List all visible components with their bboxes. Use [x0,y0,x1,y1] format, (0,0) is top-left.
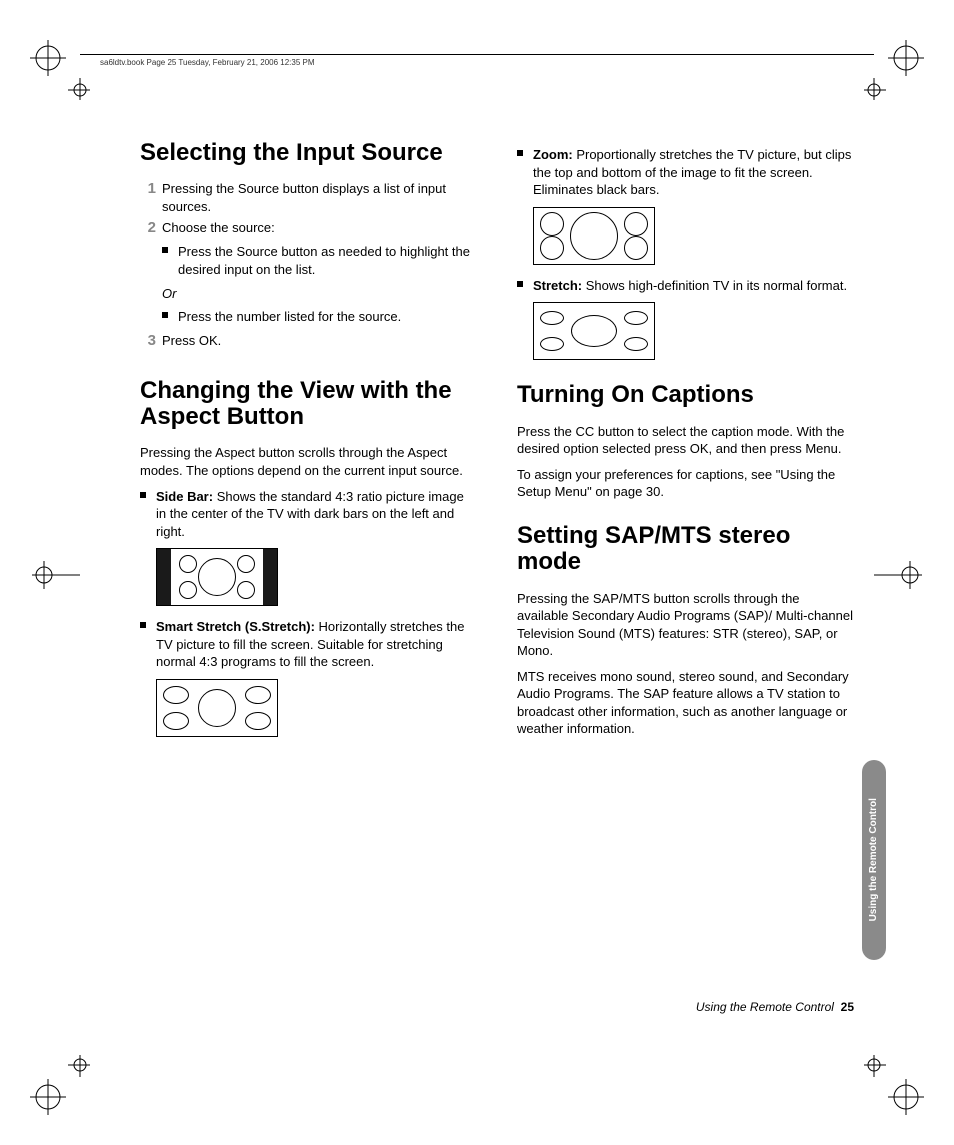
bullet-icon [140,492,146,498]
heading-captions: Turning On Captions [517,382,854,408]
paragraph: Pressing the SAP/MTS button scrolls thro… [517,590,854,660]
bullet-icon [140,622,146,628]
paragraph: To assign your preferences for captions,… [517,466,854,501]
crop-mark-icon [30,40,90,100]
crop-mark-icon [874,555,924,595]
crop-mark-icon [864,1055,924,1115]
paragraph: MTS receives mono sound, stereo sound, a… [517,668,854,738]
bullet-icon [162,312,168,318]
bullet-icon [162,247,168,253]
page-number: 25 [841,1000,854,1014]
paragraph: Press the CC button to select the captio… [517,423,854,458]
step-text: Press OK. [162,332,477,350]
step-number: 1 [140,180,156,215]
crop-mark-icon [30,1055,90,1115]
aspect-diagram-sidebar [156,548,278,606]
header-rule [80,54,874,55]
crop-mark-icon [30,555,80,595]
aspect-diagram-sstretch [156,679,278,737]
left-column: Selecting the Input Source 1Pressing the… [140,140,477,749]
bullet-text: Press the Source button as needed to hig… [178,243,477,278]
heading-aspect: Changing the View with the Aspect Button [140,378,477,431]
aspect-diagram-zoom [533,207,655,265]
right-column: Zoom: Proportionally stretches the TV pi… [517,140,854,749]
bullet-text: Press the number listed for the source. [178,308,401,326]
heading-sap-mts: Setting SAP/MTS stereo mode [517,523,854,576]
step-text: Pressing the Source button displays a li… [162,180,477,215]
footer-section: Using the Remote Control [696,1000,834,1014]
bullet-icon [517,150,523,156]
paragraph: Pressing the Aspect button scrolls throu… [140,444,477,479]
header-meta: sa6ldtv.book Page 25 Tuesday, February 2… [100,58,315,69]
step-text: Choose the source: [162,219,477,237]
aspect-diagram-stretch [533,302,655,360]
bullet-text: Zoom: Proportionally stretches the TV pi… [533,146,854,199]
or-text: Or [162,285,477,303]
footer: Using the Remote Control 25 [696,999,854,1015]
step-number: 3 [140,332,156,350]
bullet-text: Stretch: Shows high-definition TV in its… [533,277,847,295]
bullet-icon [517,281,523,287]
bullet-text: Smart Stretch (S.Stretch): Horizontally … [156,618,477,671]
bullet-text: Side Bar: Shows the standard 4:3 ratio p… [156,488,477,541]
step-number: 2 [140,219,156,237]
crop-mark-icon [864,40,924,100]
section-tab: Using the Remote Control [862,760,886,960]
heading-input-source: Selecting the Input Source [140,140,477,166]
